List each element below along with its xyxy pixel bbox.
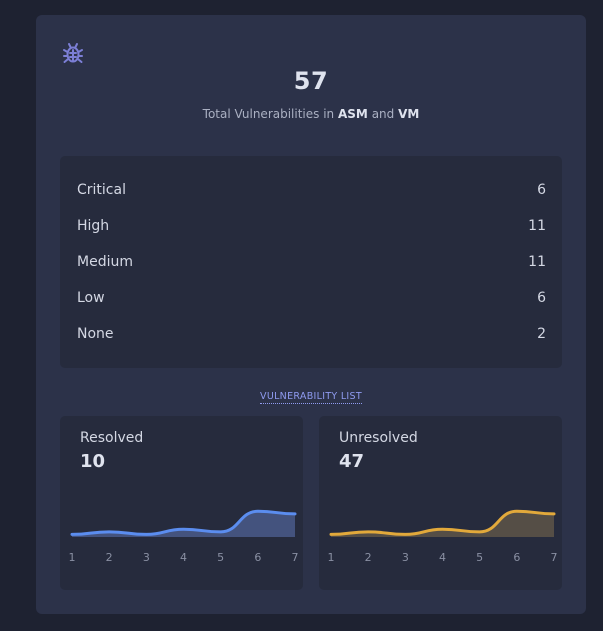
severity-label: High <box>77 218 110 234</box>
severity-breakdown-panel: Critical 6 High 11 Medium 11 Low 6 None … <box>60 156 562 368</box>
vulnerability-summary-card: 57 Total Vulnerabilities in ASM and VM C… <box>36 15 586 614</box>
unresolved-label: Unresolved <box>339 430 418 446</box>
severity-label: None <box>77 326 114 342</box>
severity-count: 11 <box>528 254 546 270</box>
x-tick-label: 3 <box>402 551 409 564</box>
bug-icon <box>62 41 84 65</box>
resolved-label: Resolved <box>80 430 144 446</box>
severity-row-none: None 2 <box>77 324 546 344</box>
severity-count: 2 <box>537 326 546 342</box>
severity-count: 11 <box>528 218 546 234</box>
x-tick-label: 2 <box>365 551 372 564</box>
severity-count: 6 <box>537 182 546 198</box>
x-tick-label: 7 <box>551 551 558 564</box>
severity-label: Medium <box>77 254 133 270</box>
x-tick-label: 2 <box>106 551 113 564</box>
x-tick-label: 5 <box>476 551 483 564</box>
subtitle-asm: ASM <box>337 107 368 121</box>
vulnerability-list-link[interactable]: VULNERABILITY LIST <box>260 391 362 404</box>
x-tick-label: 4 <box>180 551 187 564</box>
severity-count: 6 <box>537 290 546 306</box>
x-tick-label: 1 <box>328 551 335 564</box>
unresolved-value: 47 <box>339 451 365 472</box>
x-tick-label: 4 <box>439 551 446 564</box>
severity-row-low: Low 6 <box>77 288 546 308</box>
subtitle-vm: VM <box>398 107 420 121</box>
x-tick-label: 7 <box>292 551 299 564</box>
unresolved-card: 1 2 3 4 5 6 7 Unresolved 47 <box>319 416 562 590</box>
x-tick-label: 5 <box>217 551 224 564</box>
x-tick-label: 1 <box>69 551 76 564</box>
resolved-card: 1 2 3 4 5 6 7 Resolved 10 <box>60 416 303 590</box>
resolved-value: 10 <box>80 451 106 472</box>
x-tick-label: 3 <box>143 551 150 564</box>
x-tick-label: 6 <box>254 551 261 564</box>
x-tick-label: 6 <box>513 551 520 564</box>
subtitle-prefix: Total Vulnerabilities in <box>202 107 335 121</box>
subtitle-and: and <box>371 107 395 121</box>
total-vulnerabilities-subtitle: Total Vulnerabilities in ASM and VM <box>36 107 586 121</box>
severity-label: Critical <box>77 182 126 198</box>
total-vulnerabilities-count: 57 <box>293 67 329 95</box>
severity-label: Low <box>77 290 105 306</box>
severity-row-critical: Critical 6 <box>77 180 546 200</box>
vulnerability-list-link-wrap: VULNERABILITY LIST <box>36 384 586 404</box>
severity-row-high: High 11 <box>77 216 546 236</box>
severity-row-medium: Medium 11 <box>77 252 546 272</box>
